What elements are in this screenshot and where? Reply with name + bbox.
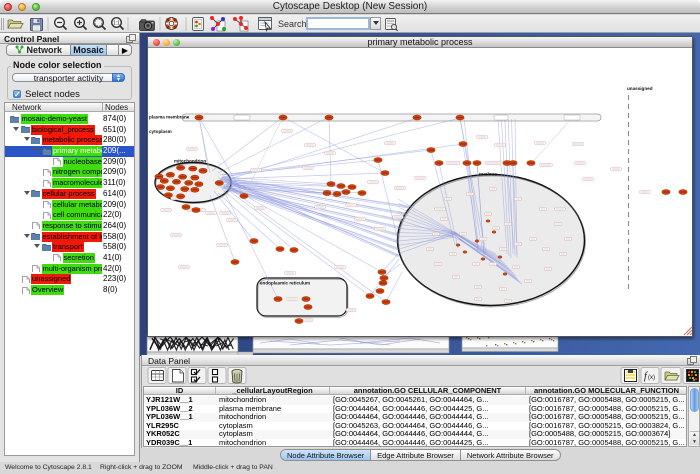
svg-text:nucleus: nucleus <box>479 172 497 178</box>
svg-text:plasma membrane: plasma membrane <box>149 115 190 120</box>
svg-text:1:1: 1:1 <box>113 21 120 27</box>
svg-text:unassigned: unassigned <box>627 86 653 91</box>
svg-text:mitochondrion: mitochondrion <box>174 159 206 164</box>
svg-text:(x): (x) <box>648 375 655 381</box>
svg-text:cytoplasm: cytoplasm <box>149 129 172 134</box>
svg-text:endoplasmic reticulum: endoplasmic reticulum <box>260 281 310 286</box>
